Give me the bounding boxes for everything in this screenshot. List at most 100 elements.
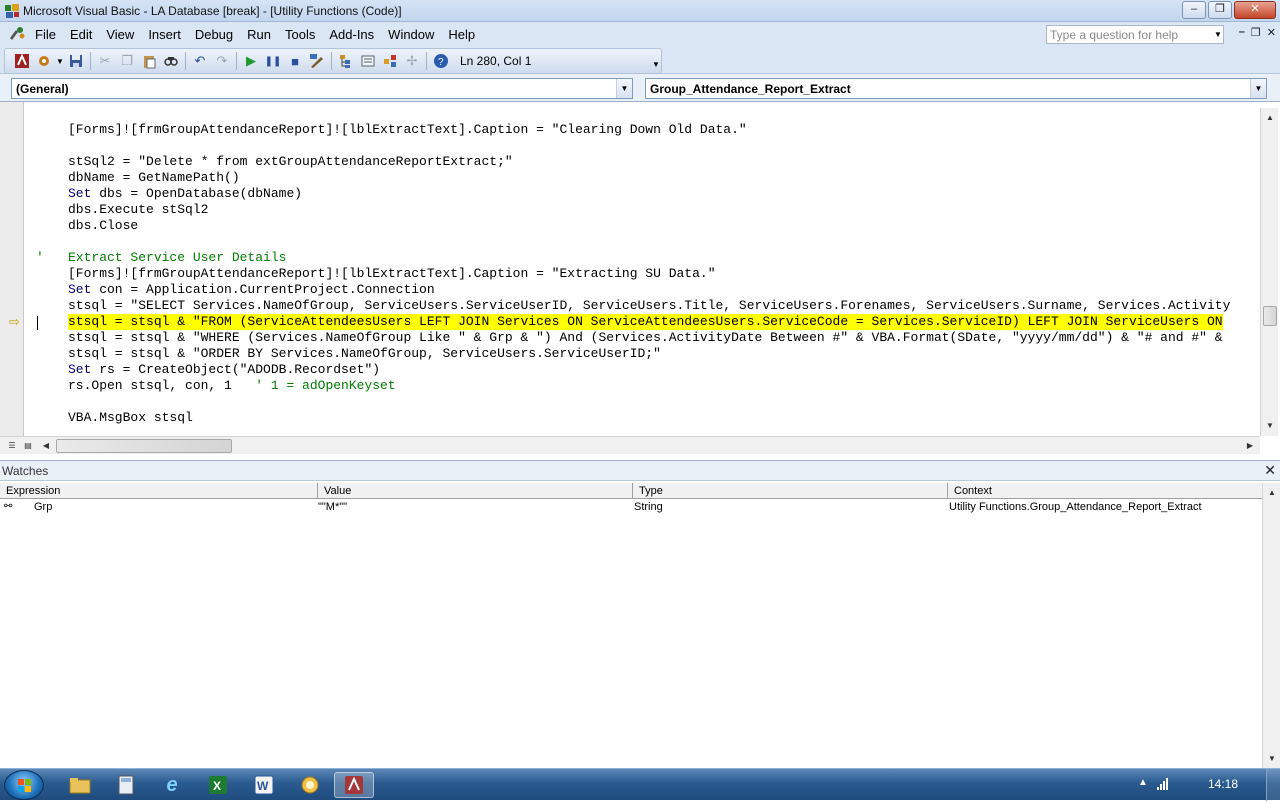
code-line[interactable]: dbs.Execute stSql2 — [24, 202, 1260, 218]
code-line[interactable]: dbName = GetNamePath() — [24, 170, 1260, 186]
code-line[interactable]: rs.Open stsql, con, 1 ' 1 = adOpenKeyset — [24, 378, 1260, 394]
copy-icon[interactable]: ❐ — [116, 51, 138, 71]
calculator-taskbar-icon[interactable] — [106, 772, 146, 798]
insert-module-icon[interactable] — [33, 51, 55, 71]
column-value[interactable]: Value — [318, 483, 633, 499]
code-line[interactable]: Set dbs = OpenDatabase(dbName) — [24, 186, 1260, 202]
code-line[interactable]: stSql2 = "Delete * from extGroupAttendan… — [24, 154, 1260, 170]
scroll-down-icon[interactable]: ▼ — [1264, 751, 1280, 767]
show-desktop-button[interactable] — [1266, 769, 1280, 801]
mdi-close-icon[interactable]: ✕ — [1267, 26, 1276, 39]
reset-icon[interactable]: ■ — [284, 51, 306, 71]
start-button[interactable] — [4, 770, 44, 800]
maximize-button[interactable]: ❐ — [1208, 1, 1232, 19]
internet-explorer-taskbar-icon[interactable]: e — [152, 772, 192, 798]
code-token: stSql2 = "Delete * from extGroupAttendan… — [68, 154, 513, 169]
code-text: VBA.MsgBox stsql — [68, 410, 193, 426]
scroll-up-icon[interactable]: ▲ — [1264, 485, 1280, 501]
standard-toolbar: ▼ ✂ ❐ ↶ ↷ ▶ ❚❚ ■ ✢ ? Ln 280, Col 1 ▼ — [0, 46, 1280, 74]
menu-insert[interactable]: Insert — [141, 27, 188, 42]
help-question-input[interactable]: Type a question for help — [1046, 25, 1224, 44]
chevron-down-icon[interactable]: ▼ — [1250, 79, 1266, 98]
help-dropdown-icon[interactable]: ▼ — [1212, 26, 1224, 43]
procedure-view-icon[interactable]: ☰ — [4, 438, 20, 454]
menu-help[interactable]: Help — [441, 27, 482, 42]
paste-icon[interactable] — [138, 51, 160, 71]
column-expression[interactable]: Expression — [0, 483, 318, 499]
excel-taskbar-icon[interactable]: X — [198, 772, 238, 798]
outlook-taskbar-icon[interactable] — [290, 772, 330, 798]
break-icon[interactable]: ❚❚ — [262, 51, 284, 71]
code-line[interactable]: Set con = Application.CurrentProject.Con… — [24, 282, 1260, 298]
show-hidden-icons-icon[interactable]: ▲ — [1138, 777, 1148, 788]
code-line[interactable]: ' Extract Service User Details — [24, 250, 1260, 266]
menu-tools[interactable]: Tools — [278, 27, 322, 42]
code-line[interactable]: dbs.Close — [24, 218, 1260, 234]
code-token: VBA.MsgBox stsql — [68, 410, 193, 425]
find-icon[interactable] — [160, 51, 182, 71]
close-button[interactable]: ✕ — [1234, 1, 1276, 19]
access-taskbar-icon[interactable] — [334, 772, 374, 798]
menu-window[interactable]: Window — [381, 27, 441, 42]
object-browser-icon[interactable] — [379, 51, 401, 71]
indicator-margin[interactable]: ⇨ — [0, 102, 24, 436]
vbe-menu-icon[interactable] — [6, 25, 28, 43]
menu-add-ins[interactable]: Add-Ins — [322, 27, 381, 42]
menu-file[interactable]: File — [28, 27, 63, 42]
menu-debug[interactable]: Debug — [188, 27, 240, 42]
scroll-thumb[interactable] — [56, 439, 232, 453]
scroll-thumb[interactable] — [1263, 306, 1277, 326]
network-icon[interactable] — [1156, 777, 1170, 794]
code-horizontal-scrollbar[interactable]: ☰ ▤ ◀ ▶ — [0, 436, 1260, 454]
column-type[interactable]: Type — [633, 483, 948, 499]
code-line[interactable]: stsql = stsql & "WHERE (Services.NameOfG… — [24, 330, 1260, 346]
vb-app-icon[interactable] — [4, 3, 20, 19]
watch-row[interactable]: ⚯ Grp ""M*"" String Utility Functions.Gr… — [0, 499, 1264, 515]
text-caret — [37, 316, 38, 330]
full-module-view-icon[interactable]: ▤ — [20, 438, 36, 454]
code-line[interactable]: stsql = stsql & "ORDER BY Services.NameO… — [24, 346, 1260, 362]
toolbar-options-icon[interactable]: ▼ — [652, 60, 660, 69]
scroll-left-icon[interactable]: ◀ — [38, 438, 54, 454]
word-taskbar-icon[interactable]: W — [244, 772, 284, 798]
design-mode-icon[interactable] — [306, 51, 328, 71]
code-line[interactable]: VBA.MsgBox stsql — [24, 410, 1260, 426]
code-line[interactable]: [Forms]![frmGroupAttendanceReport]![lblE… — [24, 266, 1260, 282]
code-line[interactable]: Set rs = CreateObject("ADODB.Recordset") — [24, 362, 1260, 378]
close-icon[interactable]: ✕ — [1264, 462, 1276, 479]
cut-icon[interactable]: ✂ — [94, 51, 116, 71]
code-editor[interactable]: [Forms]![frmGroupAttendanceReport]![lblE… — [24, 102, 1260, 436]
menu-view[interactable]: View — [99, 27, 141, 42]
watches-vertical-scrollbar[interactable]: ▲ ▼ — [1262, 483, 1280, 769]
menu-run[interactable]: Run — [240, 27, 278, 42]
scroll-down-icon[interactable]: ▼ — [1262, 418, 1278, 434]
toolbox-icon[interactable]: ✢ — [401, 51, 423, 71]
project-explorer-icon[interactable] — [335, 51, 357, 71]
help-icon[interactable]: ? — [430, 51, 452, 71]
clock[interactable]: 14:18 — [1208, 777, 1238, 791]
current-statement-line[interactable]: stsql = stsql & "FROM (ServiceAttendeesU… — [24, 314, 1260, 330]
properties-window-icon[interactable] — [357, 51, 379, 71]
chevron-down-icon[interactable]: ▼ — [616, 79, 632, 98]
save-icon[interactable] — [65, 51, 87, 71]
run-icon[interactable]: ▶ — [240, 51, 262, 71]
mdi-minimize-icon[interactable]: – — [1239, 26, 1245, 39]
code-line[interactable]: stsql = "SELECT Services.NameOfGroup, Se… — [24, 298, 1260, 314]
procedure-combo[interactable]: Group_Attendance_Report_Extract ▼ — [645, 78, 1267, 99]
code-line[interactable]: [Forms]![frmGroupAttendanceReport]![lblE… — [24, 122, 1260, 138]
scroll-right-icon[interactable]: ▶ — [1242, 438, 1258, 454]
view-access-icon[interactable] — [11, 51, 33, 71]
column-context[interactable]: Context — [948, 483, 1264, 499]
minimize-button[interactable]: – — [1182, 1, 1206, 19]
code-vertical-scrollbar[interactable]: ▲ ▼ — [1260, 108, 1278, 436]
mdi-restore-icon[interactable]: ❐ — [1251, 26, 1261, 39]
object-combo[interactable]: (General) ▼ — [11, 78, 633, 99]
insert-dropdown-icon[interactable]: ▼ — [55, 51, 65, 71]
redo-icon[interactable]: ↷ — [211, 51, 233, 71]
explorer-taskbar-icon[interactable] — [60, 772, 100, 798]
menu-edit[interactable]: Edit — [63, 27, 99, 42]
undo-icon[interactable]: ↶ — [189, 51, 211, 71]
code-token: dbs.Execute stSql2 — [68, 202, 209, 217]
watch-value: ""M*"" — [318, 501, 348, 513]
scroll-up-icon[interactable]: ▲ — [1262, 110, 1278, 126]
